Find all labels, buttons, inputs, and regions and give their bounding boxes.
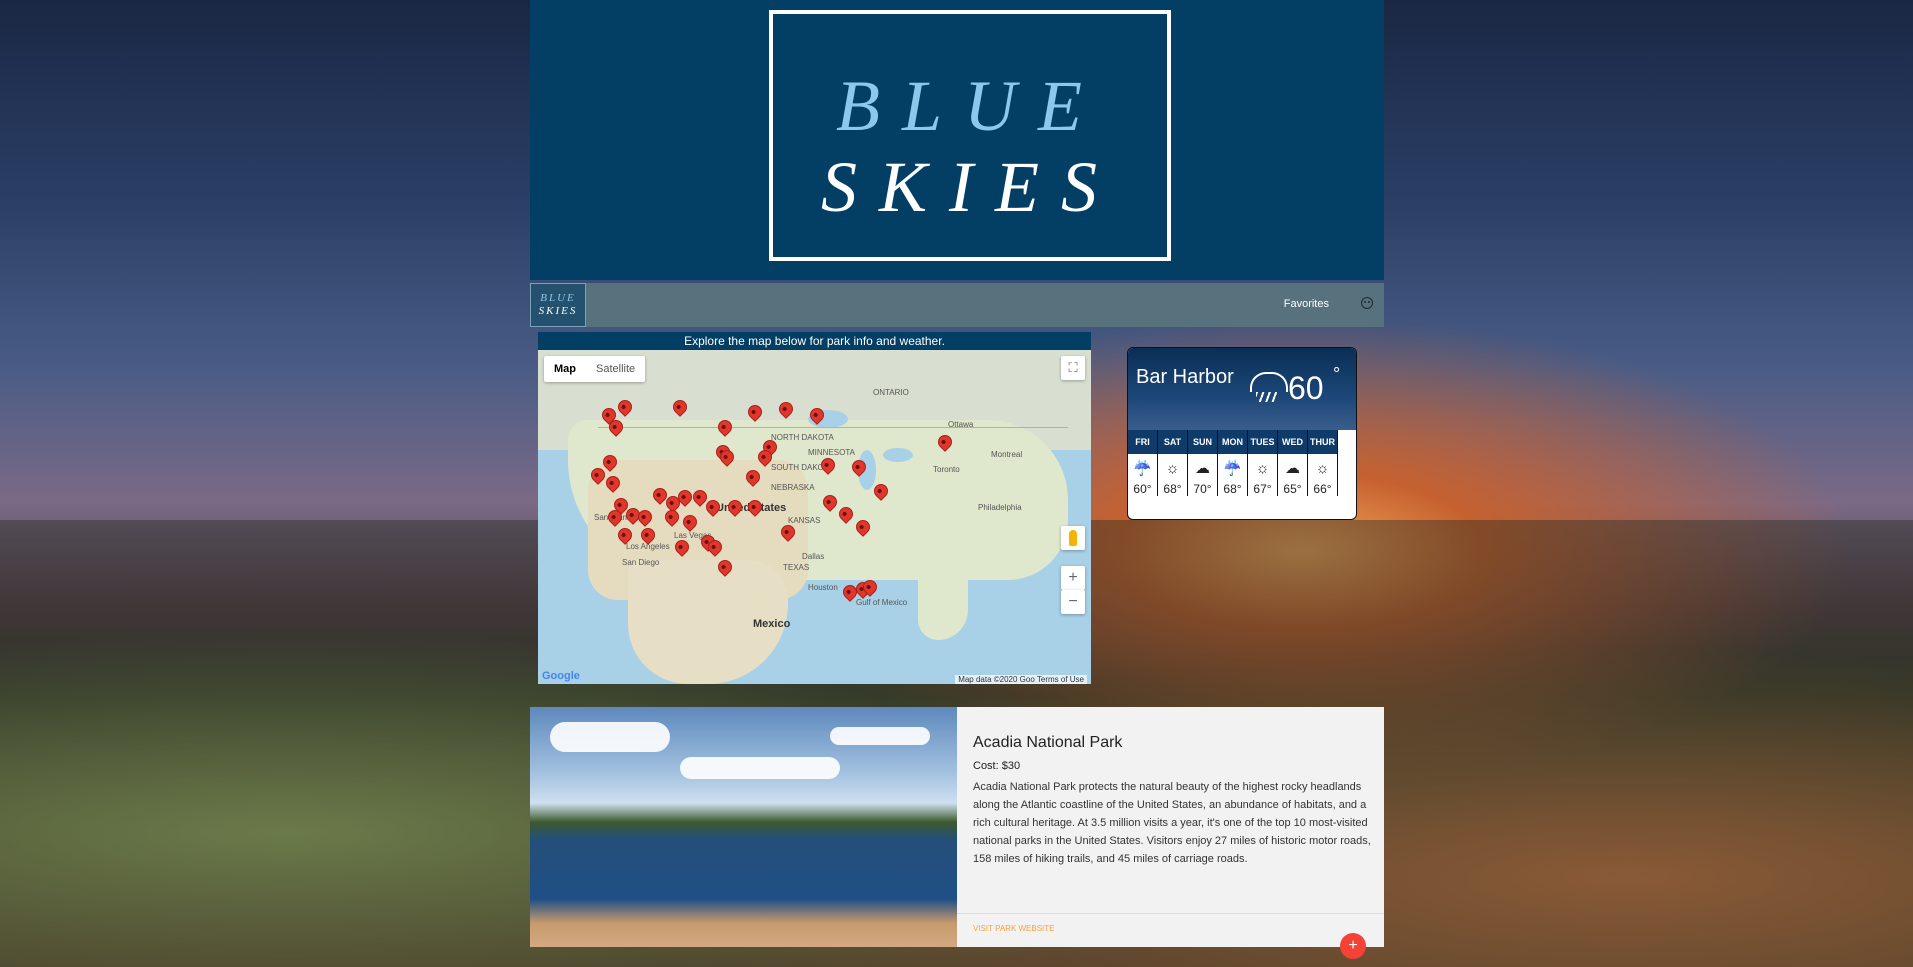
image-cloud bbox=[550, 722, 670, 752]
sun-icon: ☼ bbox=[1255, 460, 1270, 477]
map-card: Explore the map below for park info and … bbox=[538, 332, 1091, 684]
rain-icon: ☔ bbox=[1133, 460, 1152, 477]
sun-icon: ☼ bbox=[1165, 460, 1180, 477]
map-label: KANSAS bbox=[788, 516, 821, 525]
forecast-day: SAT ☼ 68° bbox=[1158, 430, 1188, 496]
forecast-day-temp: 60° bbox=[1133, 482, 1152, 496]
map-label: MINNESOTA bbox=[808, 448, 855, 457]
smiley-icon[interactable] bbox=[1361, 297, 1373, 309]
pegman-figure-icon bbox=[1069, 530, 1077, 546]
park-title: Acadia National Park bbox=[973, 734, 1123, 751]
map-label: NEBRASKA bbox=[771, 483, 815, 492]
hero-logo-line2: SKIES bbox=[821, 147, 1119, 227]
pegman-icon[interactable] bbox=[1061, 526, 1085, 550]
forecast-day-temp: 66° bbox=[1313, 482, 1332, 496]
map-label: Toronto bbox=[933, 465, 960, 474]
weather-forecast: FRI ☔ 60° SAT ☼ 68° SUN ☁ 70° MON ☔ 68° … bbox=[1128, 430, 1356, 496]
map-label: Philadelphia bbox=[978, 503, 1022, 512]
forecast-day: WED ☁ 65° bbox=[1278, 430, 1308, 496]
park-divider bbox=[957, 913, 1384, 914]
map-lake bbox=[883, 448, 913, 462]
park-description: Acadia National Park protects the natura… bbox=[973, 781, 1371, 865]
forecast-day-temp: 65° bbox=[1283, 482, 1302, 496]
weather-degree-symbol: ° bbox=[1333, 364, 1341, 384]
map-header: Explore the map below for park info and … bbox=[538, 332, 1091, 350]
weather-header: Bar Harbor 60 ° bbox=[1128, 348, 1356, 430]
map-type-satellite-button[interactable]: Satellite bbox=[586, 356, 645, 382]
nav-logo-line1: BLUE bbox=[540, 292, 576, 304]
forecast-day: SUN ☁ 70° bbox=[1188, 430, 1218, 496]
forecast-day-name: THUR bbox=[1308, 430, 1337, 454]
google-logo: Google bbox=[542, 670, 580, 682]
map-label: Houston bbox=[808, 583, 838, 592]
nav-logo[interactable]: BLUE SKIES bbox=[530, 283, 586, 327]
map-label-country: Mexico bbox=[753, 618, 791, 630]
forecast-day-temp: 68° bbox=[1223, 482, 1242, 496]
forecast-day-name: SUN bbox=[1188, 430, 1217, 454]
forecast-day-temp: 67° bbox=[1253, 482, 1272, 496]
forecast-day-name: SAT bbox=[1158, 430, 1187, 454]
image-cloud bbox=[680, 757, 840, 779]
map-label: Gulf of Mexico bbox=[856, 598, 908, 607]
hero-banner: BLUE SKIES bbox=[530, 0, 1384, 280]
visit-park-website-link[interactable]: VISIT PARK WEBSITE bbox=[973, 924, 1055, 933]
cloud-icon: ☁ bbox=[1195, 460, 1210, 477]
favorites-link[interactable]: Favorites bbox=[1284, 298, 1329, 310]
map-type-map-button[interactable]: Map bbox=[544, 356, 586, 382]
rain-cloud-icon bbox=[1250, 372, 1288, 392]
zoom-out-button[interactable]: − bbox=[1061, 590, 1085, 614]
map-attribution[interactable]: Map data ©2020 Goo Terms of Use bbox=[955, 675, 1087, 684]
forecast-day-name: MON bbox=[1218, 430, 1247, 454]
forecast-day: MON ☔ 68° bbox=[1218, 430, 1248, 496]
sun-icon: ☼ bbox=[1315, 460, 1330, 477]
map-label: Ottawa bbox=[948, 420, 974, 429]
map-type-toggle: Map Satellite bbox=[544, 356, 646, 382]
forecast-day-name: FRI bbox=[1128, 430, 1157, 454]
park-cost: Cost: $30 bbox=[973, 760, 1021, 772]
rain-icon: ☔ bbox=[1223, 460, 1242, 477]
hero-logo-frame: BLUE SKIES bbox=[769, 10, 1171, 261]
map-label: TEXAS bbox=[783, 563, 810, 572]
cloud-icon: ☁ bbox=[1285, 460, 1300, 477]
map-label: ONTARIO bbox=[873, 388, 909, 397]
fullscreen-button[interactable]: ⛶ bbox=[1061, 356, 1085, 380]
weather-city: Bar Harbor bbox=[1136, 366, 1234, 388]
nav-logo-line2: SKIES bbox=[538, 305, 578, 317]
forecast-day-name: TUES bbox=[1248, 430, 1277, 454]
zoom-in-button[interactable]: + bbox=[1061, 566, 1085, 590]
hero-logo-line1: BLUE bbox=[836, 66, 1104, 146]
navbar: BLUE SKIES Favorites bbox=[530, 283, 1384, 327]
weather-widget: Bar Harbor 60 ° FRI ☔ 60° SAT ☼ 68° SUN … bbox=[1127, 347, 1357, 520]
forecast-day: THUR ☼ 66° bbox=[1308, 430, 1338, 496]
map-label: Dallas bbox=[802, 552, 825, 561]
forecast-day: TUES ☼ 67° bbox=[1248, 430, 1278, 496]
forecast-day-temp: 70° bbox=[1193, 482, 1212, 496]
rain-drops-icon bbox=[1256, 392, 1278, 402]
map-label: Montreal bbox=[991, 450, 1023, 459]
map-label: San Diego bbox=[622, 558, 660, 567]
map-border-line bbox=[598, 427, 1068, 428]
map-florida bbox=[918, 560, 968, 640]
forecast-day: FRI ☔ 60° bbox=[1128, 430, 1158, 496]
park-card: Acadia National Park Cost: $30 Acadia Na… bbox=[530, 707, 1384, 959]
forecast-day-temp: 68° bbox=[1163, 482, 1182, 496]
google-map[interactable]: ONTARIO NORTH DAKOTA SOUTH DAKOTA MINNES… bbox=[538, 350, 1091, 684]
add-favorite-button[interactable]: + bbox=[1340, 933, 1366, 959]
park-image bbox=[530, 707, 957, 947]
forecast-day-name: WED bbox=[1278, 430, 1307, 454]
map-label: NORTH DAKOTA bbox=[771, 433, 834, 442]
weather-current-temp: 60 bbox=[1288, 370, 1324, 406]
image-cloud bbox=[830, 727, 930, 745]
